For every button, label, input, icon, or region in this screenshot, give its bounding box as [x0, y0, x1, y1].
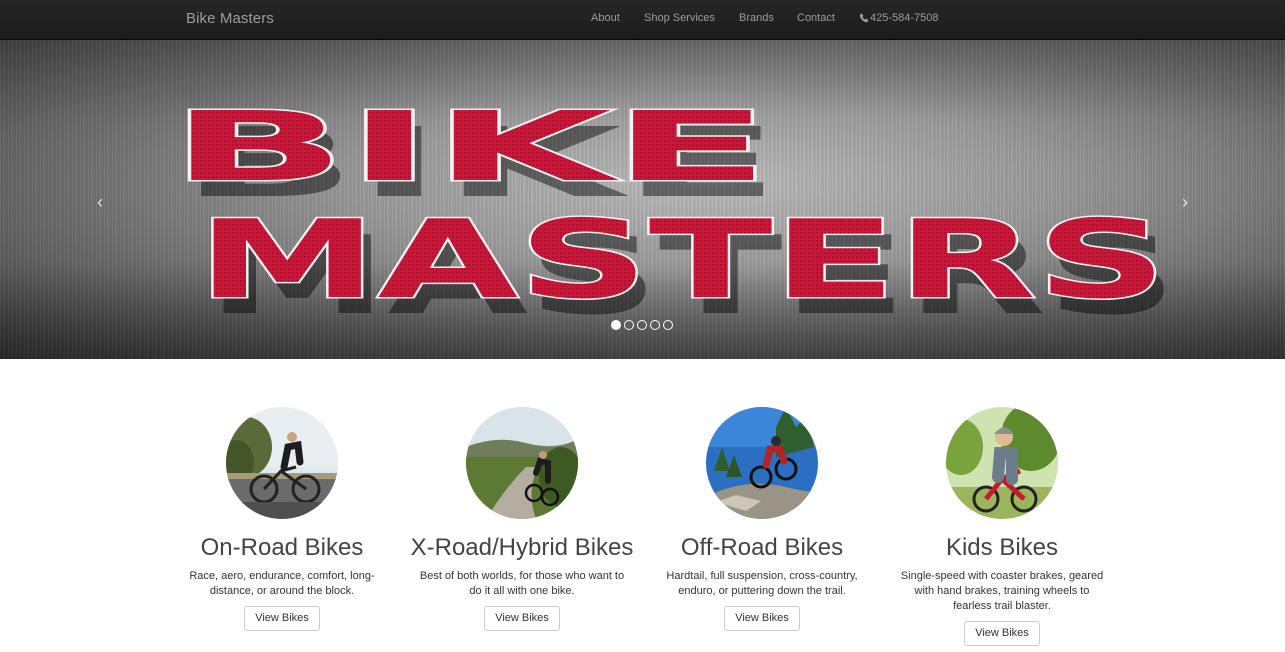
carousel-next-icon[interactable]: › — [1175, 192, 1195, 212]
phone-number: 425-584-7508 — [870, 12, 939, 24]
on-road-bike-image — [226, 407, 338, 519]
brand-link[interactable]: Bike Masters — [186, 10, 274, 27]
bike-masters-logo: BIKE BIKE MASTERS MASTERS — [169, 90, 1178, 340]
hero-carousel[interactable]: BIKE BIKE MASTERS MASTERS ‹ › — [0, 40, 1285, 359]
phone-icon — [859, 13, 869, 23]
carousel-indicator[interactable] — [650, 320, 660, 330]
view-bikes-button[interactable]: View Bikes — [724, 606, 800, 631]
category-off-road: Off-Road Bikes Hardtail, full suspension… — [642, 407, 882, 631]
nav-link-about[interactable]: About — [591, 12, 620, 24]
carousel-indicators — [611, 320, 673, 330]
view-bikes-button[interactable]: View Bikes — [244, 606, 320, 631]
x-road-bike-image — [466, 407, 578, 519]
carousel-prev-icon[interactable]: ‹ — [90, 192, 110, 212]
nav-link-brands[interactable]: Brands — [739, 12, 774, 24]
off-road-bike-image — [706, 407, 818, 519]
nav-link-phone[interactable]: 425-584-7508 — [859, 12, 939, 24]
view-bikes-button[interactable]: View Bikes — [484, 606, 560, 631]
top-navbar: Bike Masters About Shop Services Brands … — [0, 0, 1285, 40]
carousel-indicator[interactable] — [663, 320, 673, 330]
category-title: Off-Road Bikes — [680, 534, 844, 561]
category-kids: Kids Bikes Single-speed with coaster bra… — [882, 407, 1122, 646]
view-bikes-button[interactable]: View Bikes — [964, 621, 1040, 646]
category-description: Race, aero, endurance, comfort, long-dis… — [189, 570, 375, 597]
category-title: X-Road/Hybrid Bikes — [410, 534, 634, 561]
nav-link-shop-services[interactable]: Shop Services — [644, 12, 715, 24]
nav-link-contact[interactable]: Contact — [797, 12, 835, 24]
carousel-indicator[interactable] — [637, 320, 647, 330]
category-x-road-hybrid: X-Road/Hybrid Bikes Best of both worlds,… — [402, 407, 642, 631]
category-on-road: On-Road Bikes Race, aero, endurance, com… — [162, 407, 402, 631]
carousel-indicator[interactable] — [611, 320, 621, 330]
kids-bike-image — [946, 407, 1058, 519]
category-title: On-Road Bikes — [200, 534, 364, 561]
carousel-indicator[interactable] — [624, 320, 634, 330]
category-description: Single-speed with coaster brakes, geared… — [900, 570, 1104, 612]
category-title: Kids Bikes — [945, 534, 1059, 561]
category-description: Hardtail, full suspension, cross-country… — [666, 570, 858, 597]
category-description: Best of both worlds, for those who want … — [419, 570, 625, 597]
logo-line-masters: MASTERS — [197, 198, 1167, 323]
logo-line-bike: BIKE — [170, 91, 770, 203]
